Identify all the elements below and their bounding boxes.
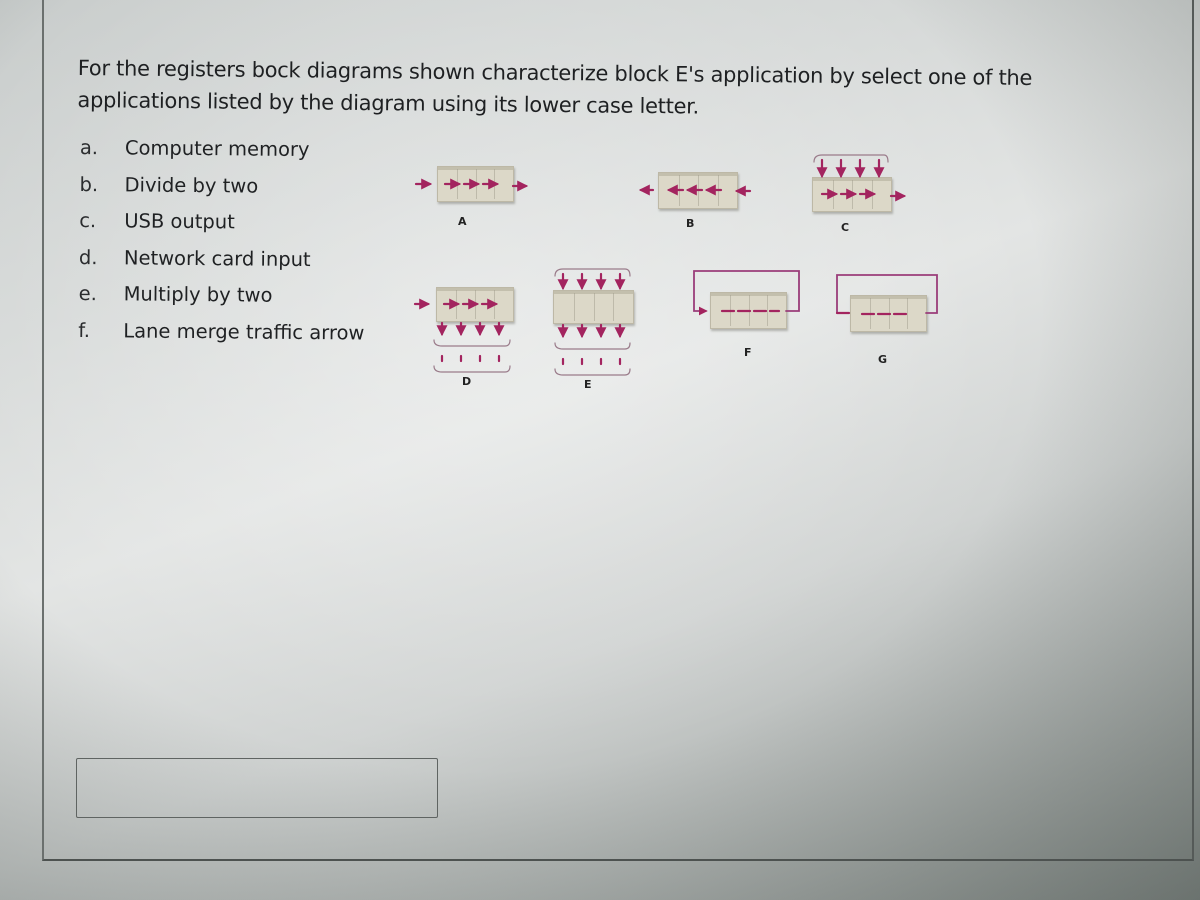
diagram-g-arrows <box>835 274 938 316</box>
diagram-c-arrows <box>813 154 907 202</box>
diagram-a-arrows <box>414 178 529 192</box>
diagram-d-arrows <box>413 298 511 373</box>
diagram-b-arrows <box>638 184 752 197</box>
diagram-e-arrows <box>554 268 631 376</box>
diagram-f-arrows <box>693 270 800 316</box>
answer-input[interactable] <box>76 758 438 818</box>
